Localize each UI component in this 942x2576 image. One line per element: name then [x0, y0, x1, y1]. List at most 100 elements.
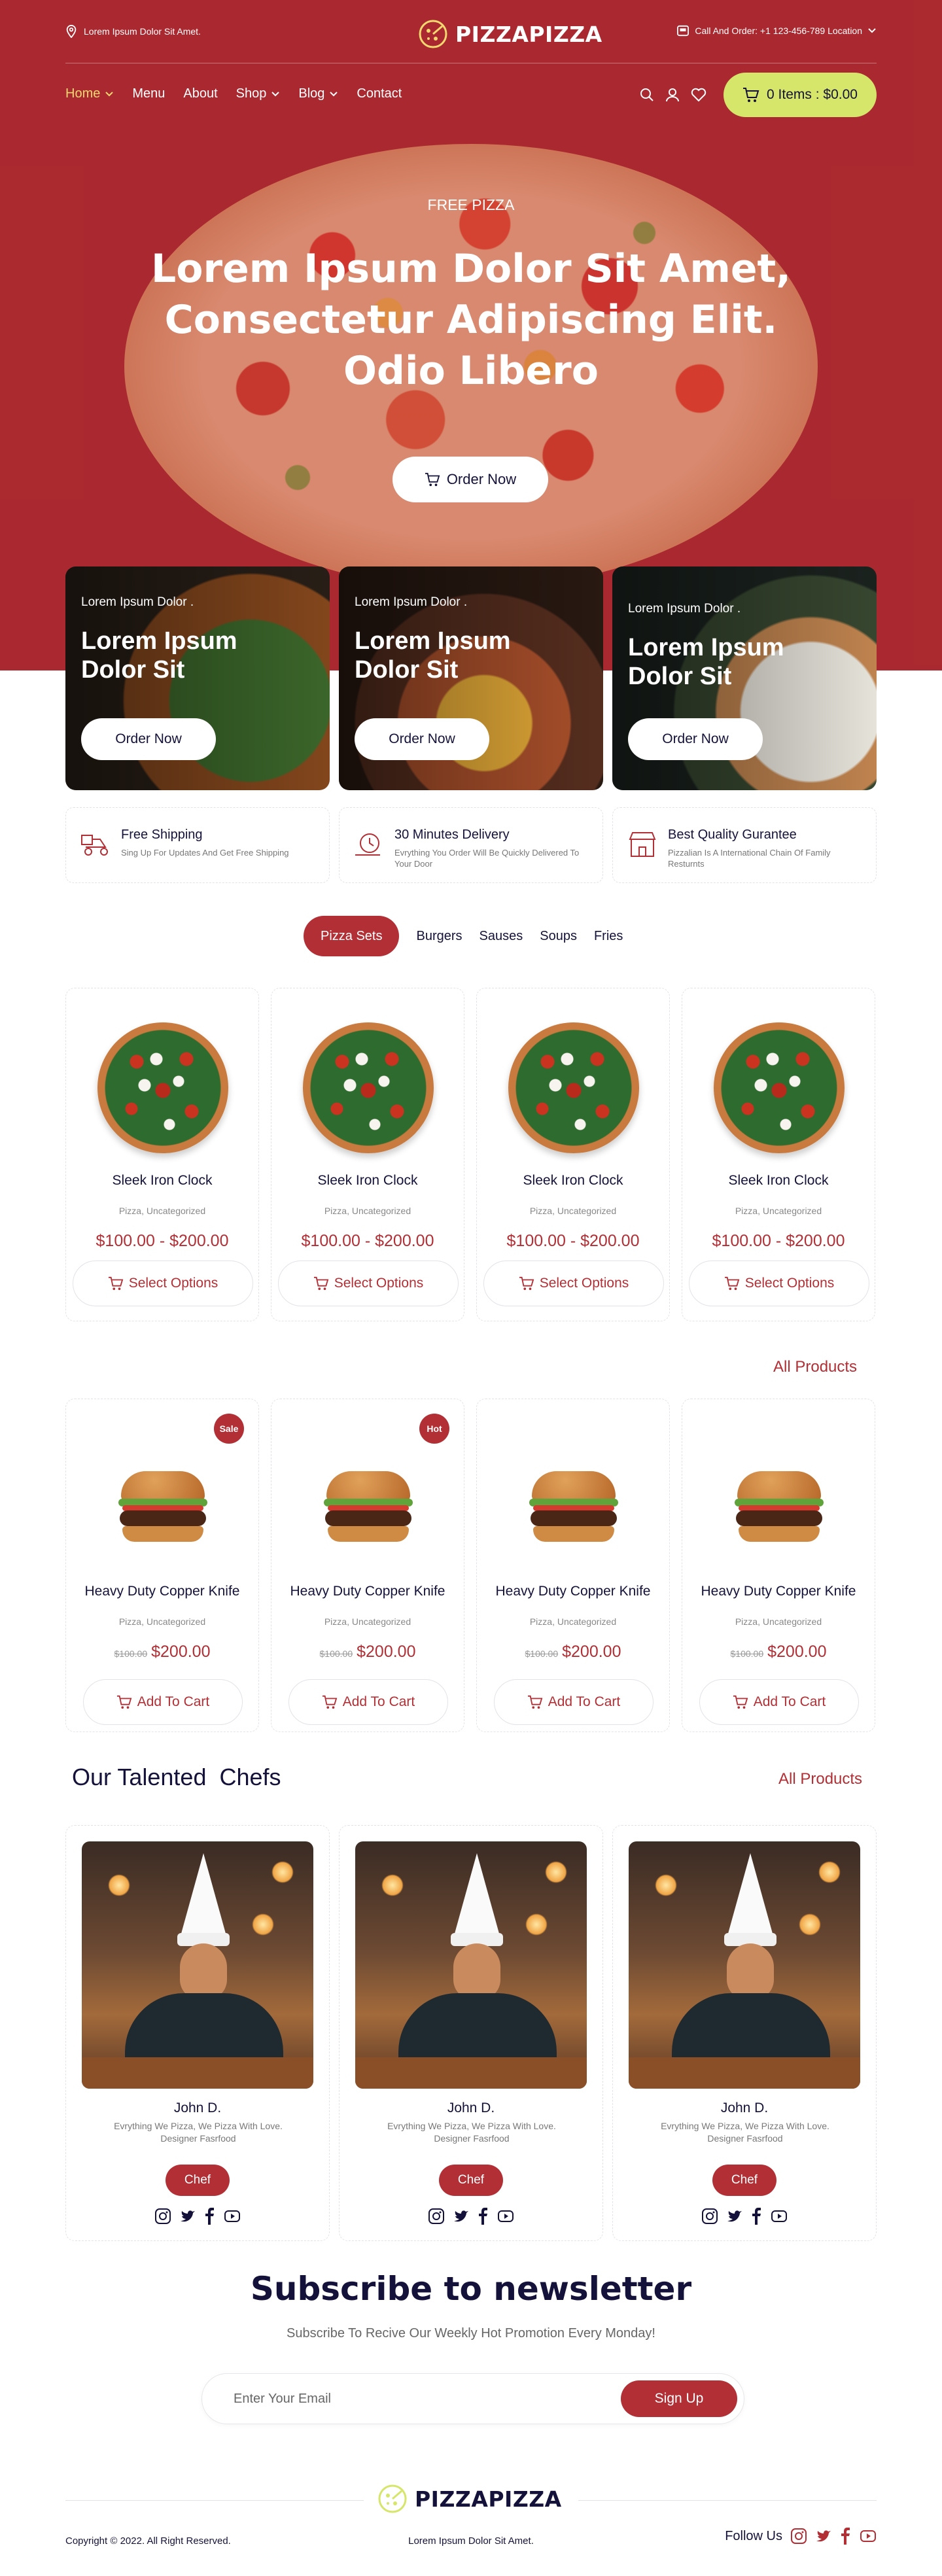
product-card[interactable]: Sale Heavy Duty Copper Knife Pizza, Unca…: [65, 1399, 259, 1732]
promo-order-button[interactable]: Order Now: [355, 718, 489, 760]
instagram-icon[interactable]: [428, 2208, 445, 2225]
product-image[interactable]: [303, 1022, 434, 1153]
add-to-cart-button[interactable]: Add To Cart: [699, 1679, 859, 1725]
promo-order-button[interactable]: Order Now: [628, 718, 763, 760]
nav-item-label: Shop: [236, 86, 267, 101]
nav-item-home[interactable]: Home: [65, 86, 114, 101]
product-name[interactable]: Sleek Iron Clock: [682, 1173, 875, 1189]
topbar-location: Lorem Ipsum Dolor Sit Amet.: [65, 25, 201, 38]
chef-role-badge[interactable]: Chef: [712, 2165, 776, 2196]
tab-pizza-sets[interactable]: Pizza Sets: [304, 916, 400, 956]
instagram-icon[interactable]: [154, 2208, 171, 2225]
cart-button[interactable]: 0 Items : $0.00: [724, 73, 877, 117]
product-card[interactable]: Heavy Duty Copper Knife Pizza, Uncategor…: [682, 1399, 875, 1732]
footer-logo[interactable]: PIZZAPIZZA: [377, 2483, 562, 2515]
tab-soups[interactable]: Soups: [540, 929, 577, 944]
product-image[interactable]: [714, 1022, 845, 1153]
button-label: Select Options: [539, 1276, 629, 1291]
feature-card: Free Shipping Sing Up For Updates And Ge…: [65, 807, 330, 883]
nav-item-about[interactable]: About: [183, 86, 217, 101]
facebook-icon[interactable]: [204, 2208, 216, 2225]
select-options-button[interactable]: Select Options: [689, 1261, 869, 1306]
product-category[interactable]: Pizza, Uncategorized: [271, 1206, 464, 1216]
product-name[interactable]: Heavy Duty Copper Knife: [271, 1584, 464, 1599]
select-options-button[interactable]: Select Options: [73, 1261, 253, 1306]
user-icon[interactable]: [665, 88, 680, 102]
twitter-icon[interactable]: [815, 2528, 832, 2545]
hero-order-button[interactable]: Order Now: [392, 457, 548, 502]
hero-title-line: Lorem Ipsum Dolor Sit Amet,: [150, 246, 792, 292]
product-name[interactable]: Heavy Duty Copper Knife: [682, 1584, 875, 1599]
promo-order-button[interactable]: Order Now: [81, 718, 216, 760]
sign-up-button[interactable]: Sign Up: [621, 2380, 737, 2417]
add-to-cart-button[interactable]: Add To Cart: [83, 1679, 243, 1725]
nav-item-menu[interactable]: Menu: [132, 86, 165, 101]
all-products-link[interactable]: All Products: [778, 1770, 862, 1788]
product-card[interactable]: Heavy Duty Copper Knife Pizza, Uncategor…: [476, 1399, 670, 1732]
product-category[interactable]: Pizza, Uncategorized: [66, 1206, 258, 1216]
instagram-icon[interactable]: [790, 2528, 807, 2545]
twitter-icon[interactable]: [179, 2208, 196, 2225]
all-products-link[interactable]: All Products: [773, 1358, 857, 1376]
nav-item-contact[interactable]: Contact: [357, 86, 402, 101]
product-category[interactable]: Pizza, Uncategorized: [271, 1616, 464, 1627]
site-logo[interactable]: PIZZAPIZZA: [417, 18, 602, 50]
youtube-icon[interactable]: [497, 2208, 514, 2225]
promo-card[interactable]: Lorem Ipsum Dolor . Lorem Ipsum Dolor Si…: [339, 566, 603, 790]
product-image[interactable]: [323, 1471, 414, 1544]
product-card[interactable]: Sleek Iron Clock Pizza, Uncategorized $1…: [682, 988, 875, 1321]
button-label: Select Options: [128, 1276, 218, 1291]
map-pin-icon: [66, 25, 77, 38]
facebook-icon[interactable]: [751, 2208, 763, 2225]
youtube-icon[interactable]: [224, 2208, 241, 2225]
search-icon[interactable]: [640, 88, 654, 102]
chef-role-badge[interactable]: Chef: [166, 2165, 230, 2196]
product-name[interactable]: Heavy Duty Copper Knife: [477, 1584, 669, 1599]
select-options-button[interactable]: Select Options: [278, 1261, 459, 1306]
product-price: $100.00 - $200.00: [301, 1232, 434, 1250]
hero-title-line: Consectetur Adipiscing Elit.: [164, 297, 778, 343]
product-name[interactable]: Sleek Iron Clock: [271, 1173, 464, 1189]
product-category[interactable]: Pizza, Uncategorized: [66, 1616, 258, 1627]
product-name[interactable]: Sleek Iron Clock: [66, 1173, 258, 1189]
instagram-icon[interactable]: [701, 2208, 718, 2225]
product-card[interactable]: Sleek Iron Clock Pizza, Uncategorized $1…: [65, 988, 259, 1321]
tab-fries[interactable]: Fries: [594, 929, 623, 944]
twitter-icon[interactable]: [726, 2208, 743, 2225]
add-to-cart-button[interactable]: Add To Cart: [288, 1679, 448, 1725]
button-label: Select Options: [334, 1276, 424, 1291]
tab-sauses[interactable]: Sauses: [480, 929, 523, 944]
youtube-icon[interactable]: [771, 2208, 788, 2225]
product-name[interactable]: Heavy Duty Copper Knife: [66, 1584, 258, 1599]
nav-item-blog[interactable]: Blog: [298, 86, 338, 101]
product-name[interactable]: Sleek Iron Clock: [477, 1173, 669, 1189]
facebook-icon[interactable]: [840, 2528, 852, 2545]
product-category[interactable]: Pizza, Uncategorized: [477, 1616, 669, 1627]
topbar-call[interactable]: Call And Order: +1 123-456-789 Location: [676, 25, 877, 37]
chef-role-badge[interactable]: Chef: [439, 2165, 503, 2196]
product-image[interactable]: [508, 1022, 639, 1153]
product-image[interactable]: [97, 1022, 228, 1153]
email-field[interactable]: [234, 2388, 574, 2409]
product-image[interactable]: [528, 1471, 619, 1544]
product-image[interactable]: [117, 1471, 209, 1544]
cart-icon: [733, 1695, 748, 1709]
promo-card[interactable]: Lorem Ipsum Dolor . Lorem Ipsum Dolor Si…: [612, 566, 877, 790]
promo-title: Lorem Ipsum Dolor Sit: [355, 627, 511, 684]
nav-item-shop[interactable]: Shop: [236, 86, 281, 101]
select-options-button[interactable]: Select Options: [483, 1261, 664, 1306]
add-to-cart-button[interactable]: Add To Cart: [494, 1679, 654, 1725]
product-category[interactable]: Pizza, Uncategorized: [682, 1206, 875, 1216]
twitter-icon[interactable]: [453, 2208, 470, 2225]
heart-icon[interactable]: [691, 88, 706, 102]
tab-burgers[interactable]: Burgers: [416, 929, 462, 944]
promo-card[interactable]: Lorem Ipsum Dolor . Lorem Ipsum Dolor Si…: [65, 566, 330, 790]
product-card[interactable]: Sleek Iron Clock Pizza, Uncategorized $1…: [476, 988, 670, 1321]
facebook-icon[interactable]: [478, 2208, 489, 2225]
product-category[interactable]: Pizza, Uncategorized: [477, 1206, 669, 1216]
product-card[interactable]: Sleek Iron Clock Pizza, Uncategorized $1…: [271, 988, 464, 1321]
youtube-icon[interactable]: [860, 2528, 877, 2545]
product-image[interactable]: [733, 1471, 825, 1544]
product-card[interactable]: Hot Heavy Duty Copper Knife Pizza, Uncat…: [271, 1399, 464, 1732]
product-category[interactable]: Pizza, Uncategorized: [682, 1616, 875, 1627]
